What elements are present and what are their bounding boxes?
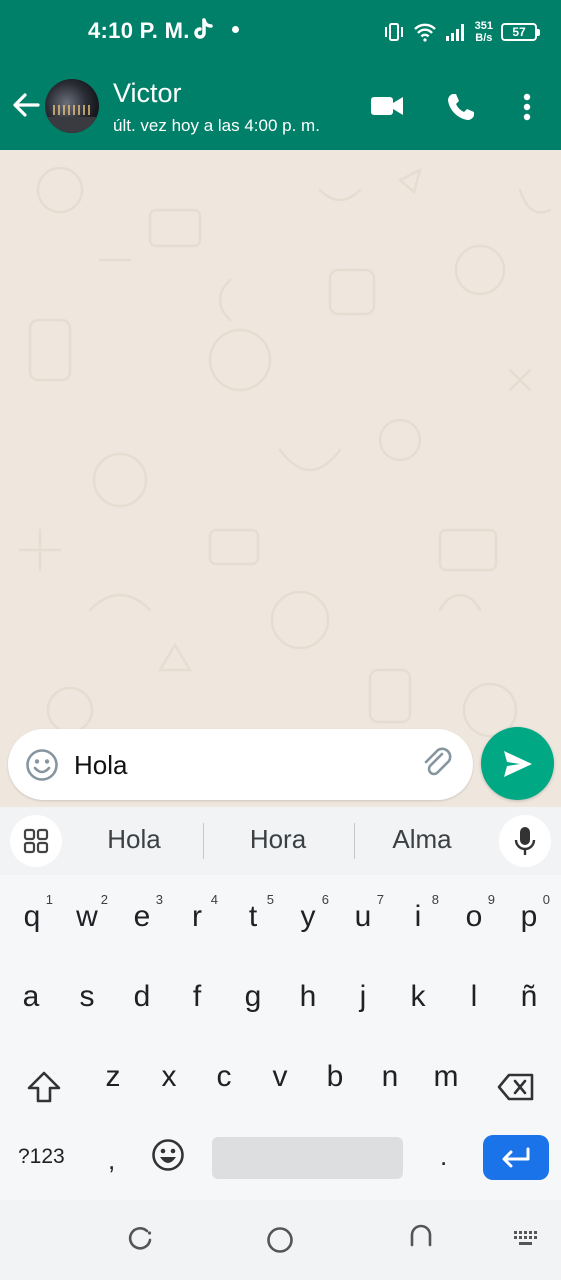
chat-header: Victor últ. vez hoy a las 4:00 p. m.	[0, 62, 561, 150]
symbols-key[interactable]: ?123	[18, 1145, 65, 1169]
key-o[interactable]: o9	[449, 887, 499, 947]
keyboard-emoji-icon[interactable]	[151, 1138, 185, 1172]
key-y[interactable]: y6	[283, 887, 333, 947]
contact-name[interactable]: Victor	[113, 78, 182, 109]
key-x[interactable]: x	[144, 1047, 194, 1107]
key-z[interactable]: z	[88, 1047, 138, 1107]
key-p[interactable]: p0	[504, 887, 554, 947]
notification-dot	[232, 26, 239, 33]
key-l[interactable]: l	[449, 967, 499, 1027]
attach-icon[interactable]	[420, 746, 456, 782]
key-r[interactable]: r4	[172, 887, 222, 947]
status-bar: 4:10 P. M. 351 B/s 57	[0, 0, 561, 62]
key-a[interactable]: a	[6, 967, 56, 1027]
space-key[interactable]	[212, 1137, 403, 1179]
enter-key[interactable]	[483, 1135, 549, 1180]
suggestion-1[interactable]: Hola	[64, 824, 204, 855]
suggestion-strip: Hola Hora Alma	[0, 807, 561, 875]
battery-level: 57	[512, 25, 526, 39]
key-w[interactable]: w2	[62, 887, 112, 947]
period-key[interactable]: .	[440, 1141, 447, 1172]
keyboard-switch-icon[interactable]	[513, 1230, 539, 1248]
grid-icon	[23, 828, 49, 854]
signal-icon	[445, 24, 464, 41]
key-n[interactable]: n	[365, 1047, 415, 1107]
key-q[interactable]: q1	[7, 887, 57, 947]
avatar[interactable]	[45, 79, 99, 133]
voice-call-icon[interactable]	[446, 92, 476, 122]
keyboard-menu-button[interactable]	[10, 815, 62, 867]
key-u[interactable]: u7	[338, 887, 388, 947]
compose-bar	[8, 729, 473, 800]
key-j[interactable]: j	[338, 967, 388, 1027]
emoji-icon[interactable]	[25, 748, 59, 782]
video-call-icon[interactable]	[370, 95, 404, 117]
suggestion-3[interactable]: Alma	[352, 824, 492, 855]
home-icon[interactable]	[266, 1226, 294, 1254]
more-options-icon[interactable]	[522, 93, 532, 121]
suggestion-divider	[203, 823, 204, 859]
suggestion-2[interactable]: Hora	[208, 824, 348, 855]
battery-icon: 57	[501, 23, 540, 41]
comma-key[interactable]: ,	[108, 1145, 115, 1176]
key-m[interactable]: m	[421, 1047, 471, 1107]
vibrate-icon	[384, 23, 403, 41]
back-arrow-icon[interactable]	[10, 88, 42, 122]
status-time: 4:10 P. M.	[88, 18, 190, 43]
last-seen-status: últ. vez hoy a las 4:00 p. m.	[113, 116, 320, 135]
back-nav-icon[interactable]	[408, 1223, 434, 1249]
key-v[interactable]: v	[255, 1047, 305, 1107]
key-c[interactable]: c	[199, 1047, 249, 1107]
key-h[interactable]: h	[283, 967, 333, 1027]
system-navigation-bar	[0, 1200, 561, 1280]
key-t[interactable]: t5	[228, 887, 278, 947]
key-f[interactable]: f	[172, 967, 222, 1027]
key-e[interactable]: e3	[117, 887, 167, 947]
key-d[interactable]: d	[117, 967, 167, 1027]
voice-input-button[interactable]	[499, 815, 551, 867]
chat-area	[0, 150, 561, 807]
send-button[interactable]	[481, 727, 554, 800]
key-s[interactable]: s	[62, 967, 112, 1027]
chat-wallpaper	[18, 166, 552, 792]
message-input[interactable]	[74, 746, 404, 784]
keys-area: q1 w2 e3 r4 t5 y6 u7 i8 o9 p0 a s d f g …	[0, 875, 561, 1205]
key-i[interactable]: i8	[393, 887, 443, 947]
network-speed-value: 351	[474, 20, 493, 32]
network-speed: 351 B/s	[475, 20, 493, 44]
tiktok-icon	[194, 18, 213, 39]
microphone-icon	[514, 827, 536, 855]
key-n-tilde[interactable]: ñ	[504, 967, 554, 1027]
shift-icon[interactable]	[26, 1070, 62, 1104]
enter-icon	[502, 1147, 530, 1167]
recent-apps-icon[interactable]	[127, 1226, 153, 1252]
key-g[interactable]: g	[228, 967, 278, 1027]
wifi-icon	[413, 23, 436, 42]
key-k[interactable]: k	[393, 967, 443, 1027]
network-speed-unit: B/s	[475, 32, 493, 44]
send-icon	[503, 750, 532, 777]
key-b[interactable]: b	[310, 1047, 360, 1107]
backspace-icon[interactable]	[497, 1072, 535, 1102]
